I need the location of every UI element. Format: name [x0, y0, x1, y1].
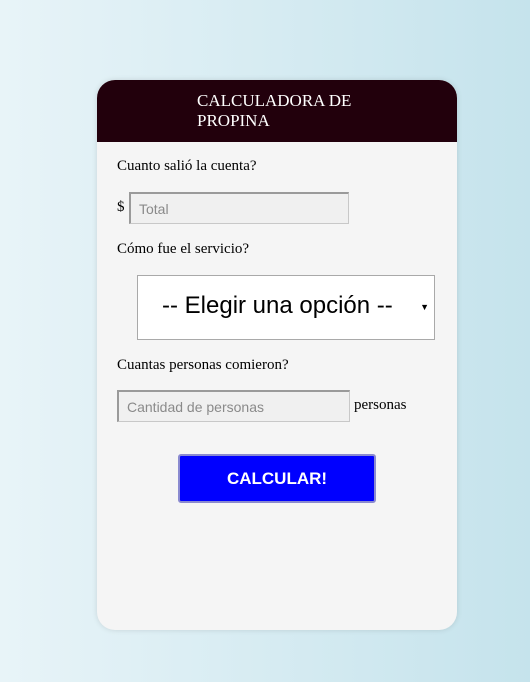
chevron-down-icon: ▼ — [420, 302, 429, 312]
people-count-input[interactable] — [117, 390, 350, 422]
service-label: Cómo fue el servicio? — [117, 241, 250, 257]
people-suffix: personas — [354, 397, 407, 413]
page-title: CALCULADORA DE PROPINA — [197, 91, 352, 130]
bill-total-input[interactable] — [129, 192, 349, 224]
people-label: Cuantas personas comieron? — [117, 357, 289, 373]
tip-calculator-card: CALCULADORA DE PROPINA Cuanto salió la c… — [97, 80, 457, 630]
card-header: CALCULADORA DE PROPINA — [97, 80, 457, 142]
bill-label: Cuanto salió la cuenta? — [117, 158, 257, 174]
currency-symbol: $ — [117, 199, 125, 215]
service-select-value: -- Elegir una opción -- — [162, 292, 393, 319]
calculate-button[interactable]: CALCULAR! — [178, 454, 376, 503]
service-select[interactable]: -- Elegir una opción -- ▼ — [137, 275, 435, 340]
